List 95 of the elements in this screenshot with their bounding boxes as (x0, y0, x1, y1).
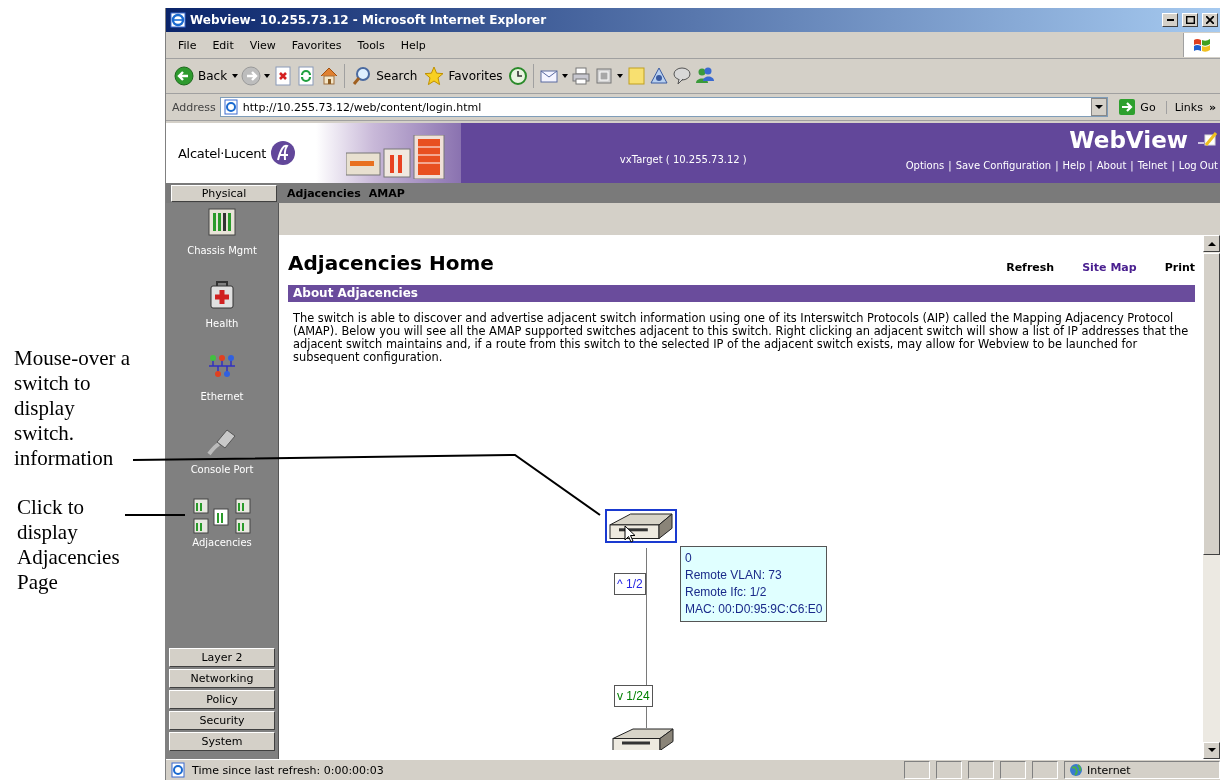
menu-item[interactable]: Edit (204, 36, 242, 54)
go-button[interactable]: Go (1112, 98, 1162, 116)
switches-icon[interactable] (192, 497, 252, 535)
port-label: ^ 1/2 (614, 573, 646, 595)
more-button[interactable]: » (1208, 100, 1216, 114)
scroll-thumb[interactable] (1203, 253, 1220, 555)
sidebar-label[interactable]: Console Port (190, 464, 254, 475)
clock-icon[interactable] (507, 66, 528, 86)
caret-icon (1207, 748, 1216, 753)
caret-icon[interactable] (616, 74, 623, 78)
sidebar-label[interactable]: Ethernet (200, 391, 244, 402)
close-button[interactable] (1202, 13, 1218, 27)
dropdown-button[interactable] (1091, 98, 1108, 116)
category-button[interactable]: Layer 2 (169, 648, 275, 667)
page-icon (170, 762, 186, 778)
breadcrumb-link[interactable]: Adjacencies (287, 186, 361, 200)
annotation-text: Mouse-over a switch to display switch. information (14, 346, 132, 471)
scroll-down-button[interactable] (1203, 742, 1220, 759)
close-icon (1206, 16, 1214, 24)
arrow-right-icon (1118, 98, 1137, 116)
mouse-pointer-icon (624, 525, 636, 543)
menu-item[interactable]: Tools (349, 36, 393, 54)
menu-item[interactable]: File (170, 36, 205, 54)
sidebar-label[interactable]: Chassis Mgmt (187, 245, 257, 256)
star-icon (424, 66, 445, 86)
maximize-icon (1185, 16, 1195, 24)
separator-text: | (948, 160, 952, 171)
page-icon (222, 99, 239, 115)
zone-text: Internet (1087, 763, 1131, 777)
back-button[interactable]: Back (172, 66, 230, 86)
scroll-up-button[interactable] (1203, 235, 1220, 252)
pencil-icon (1196, 131, 1218, 149)
minimize-icon (1166, 19, 1174, 21)
product-title: WebView (1069, 127, 1188, 153)
arrow-left-icon (174, 66, 194, 86)
favorites-button[interactable]: Favorites (422, 66, 505, 86)
brand-logo-icon (270, 140, 296, 166)
status-text: Time since last refresh: 0:00:00:03 (192, 763, 385, 777)
brand-name: Alcatel·Lucent (178, 145, 266, 161)
home-icon[interactable] (319, 66, 340, 86)
windows-flag-icon (1192, 36, 1212, 54)
menu-item[interactable]: Favorites (283, 36, 350, 54)
refresh-icon[interactable] (296, 66, 317, 86)
breadcrumb-link[interactable]: AMAP (368, 186, 405, 200)
header-link[interactable]: Save Configuration (955, 160, 1052, 171)
caret-icon[interactable] (561, 74, 568, 78)
address-label: Address (172, 100, 216, 114)
switch-icon (612, 728, 674, 750)
sidebar-label[interactable]: Adjacencies (192, 537, 252, 548)
address-field[interactable]: http://10.255.73.12/web/content/login.html (219, 97, 1109, 117)
header-link[interactable]: About (1096, 160, 1127, 171)
people-icon[interactable] (694, 66, 715, 86)
page-link[interactable]: Refresh (1006, 261, 1055, 274)
category-button[interactable]: Security (169, 711, 275, 730)
annotation-text: Click to display Adjacencies Page (17, 495, 121, 595)
caret-icon (1207, 241, 1216, 246)
header-link[interactable]: Telnet (1137, 160, 1168, 171)
menu-item[interactable]: View (241, 36, 284, 54)
window-title: Webview- 10.255.73.12 - Microsoft Internet Explorer (190, 13, 548, 27)
switch-tooltip: 0 Remote VLAN: 73 Remote Ifc: 1/2 MAC: 00:D0:95:9C:C6:E0 (680, 546, 828, 622)
page-link[interactable]: Print (1164, 261, 1195, 274)
page-title: Adjacencies Home (288, 251, 495, 275)
caret-icon (1095, 104, 1104, 110)
globe-icon (1069, 763, 1083, 777)
category-button[interactable]: Policy (169, 690, 275, 709)
page-link[interactable]: Site Map (1082, 261, 1137, 274)
section-header: About Adjacencies (288, 285, 1195, 302)
ie-logo-icon (170, 12, 186, 28)
menu-item[interactable]: Help (392, 36, 434, 54)
category-button[interactable]: Networking (169, 669, 275, 688)
header-link[interactable]: Log Out (1178, 160, 1218, 171)
search-button[interactable]: Search (350, 66, 420, 86)
minimize-button[interactable] (1162, 13, 1178, 27)
separator-text: | (1055, 160, 1059, 171)
header-link[interactable]: Help (1062, 160, 1086, 171)
speech-bubble-icon[interactable] (671, 66, 692, 86)
category-button[interactable]: Physical (171, 184, 277, 202)
description-text: The switch is able to discover and advertise adjacent switch information using one of its Interswitch Protocols (AIP) called the Mapping Adjacency Protocol (AMAP). Below you will see all the AMAP supported switches adjacent to this switch. Right clicking an adjacent switch will show a list of IP addresses that the adjacent switch maintains and, if a route from this switch to the selected IP of the adjacent switch exists, may allow for Webview to be launched for subsequent configuration. (293, 312, 1190, 364)
network-switch[interactable] (605, 509, 677, 543)
caret-icon[interactable] (264, 74, 271, 78)
links-button[interactable]: Links (1174, 100, 1203, 114)
port-label: v 1/24 (614, 685, 653, 707)
separator-text: | (1171, 160, 1175, 171)
sidebar-label[interactable]: Health (205, 318, 239, 329)
header-link[interactable]: Options (905, 160, 945, 171)
stop-icon[interactable] (273, 66, 294, 86)
maximize-button[interactable] (1182, 13, 1198, 27)
search-icon (352, 66, 373, 86)
separator-text: | (1089, 160, 1093, 171)
triangle-icon[interactable] (648, 66, 669, 86)
caret-icon[interactable] (232, 74, 239, 78)
target-text: vxTarget ( 10.255.73.12 ) (619, 153, 747, 165)
separator-text: | (1130, 160, 1134, 171)
switch-icon (609, 513, 673, 539)
category-button[interactable]: System (169, 732, 275, 751)
